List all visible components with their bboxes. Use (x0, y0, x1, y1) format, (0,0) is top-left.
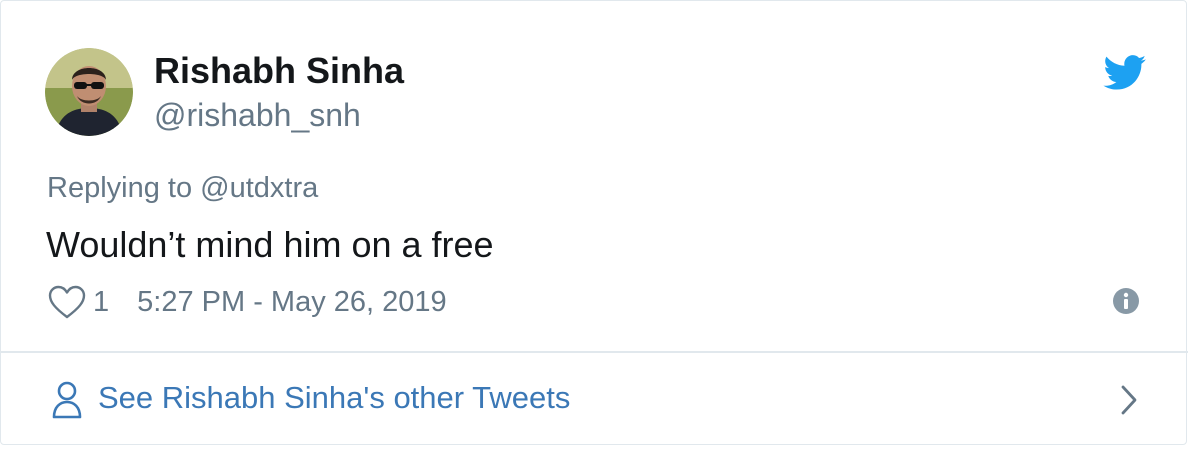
reply-prefix: Replying to (47, 172, 193, 204)
author-handle[interactable]: @rishabh_snh (154, 96, 361, 134)
see-other-tweets-label[interactable]: See Rishabh Sinha's other Tweets (98, 379, 570, 417)
author-display-name[interactable]: Rishabh Sinha (154, 51, 404, 91)
tweet-meta: 1 5:27 PM - May 26, 2019 (47, 282, 447, 322)
twitter-bird-icon[interactable] (1103, 55, 1147, 91)
heart-icon[interactable] (47, 284, 87, 320)
reply-target-link[interactable]: @utdxtra (200, 172, 318, 204)
avatar-photo (45, 48, 133, 136)
replying-to: Replying to @utdxtra (47, 171, 318, 205)
like-count[interactable]: 1 (93, 286, 109, 319)
avatar[interactable] (45, 48, 133, 136)
tweet-text: Wouldn’t mind him on a free (46, 224, 494, 265)
person-icon (52, 381, 82, 419)
see-other-tweets-link[interactable]: See Rishabh Sinha's other Tweets (1, 353, 1188, 445)
tweet-card: Rishabh Sinha @rishabh_snh Replying to @… (0, 0, 1188, 445)
chevron-right-icon[interactable] (1118, 383, 1140, 417)
tweet-timestamp[interactable]: 5:27 PM - May 26, 2019 (137, 286, 447, 319)
info-icon[interactable] (1112, 287, 1140, 315)
